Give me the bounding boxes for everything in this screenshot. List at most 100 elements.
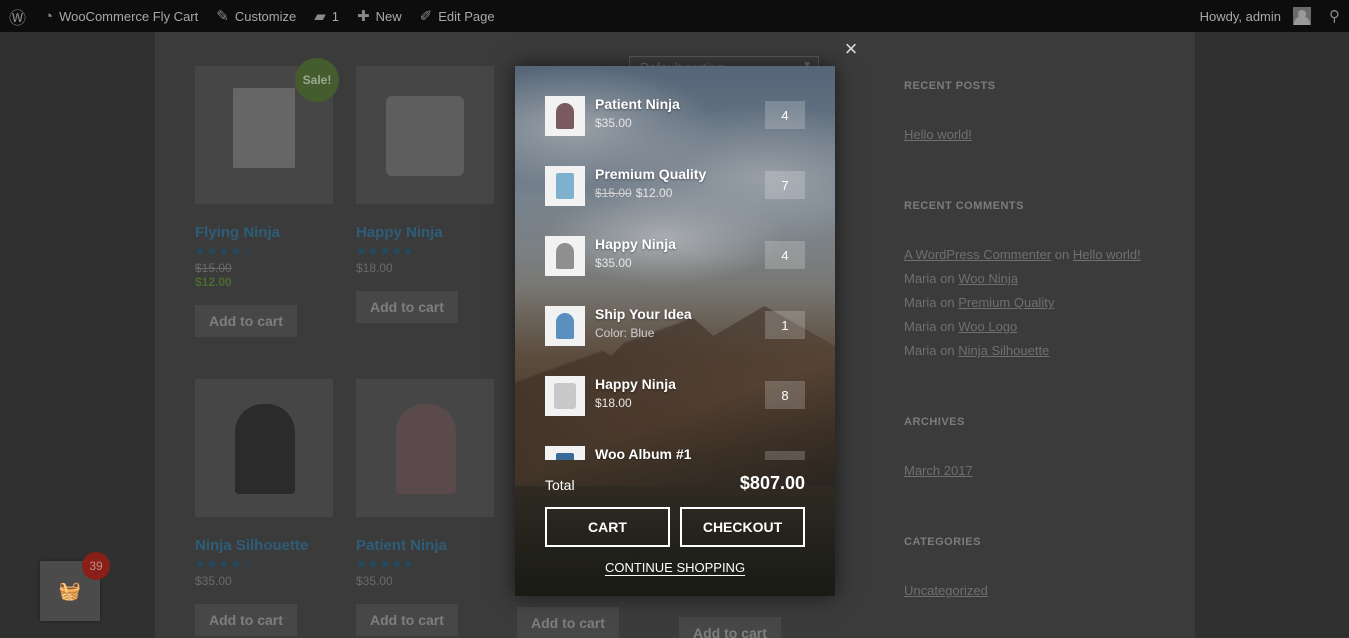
checkout-button[interactable]: CHECKOUT [680, 507, 805, 547]
comment-post-link[interactable]: Premium Quality [958, 295, 1054, 310]
site-name-link[interactable]: ◔ WooCommerce Fly Cart [35, 0, 207, 32]
account-menu[interactable]: Howdy, admin [1191, 0, 1320, 32]
widget-title: CATEGORIES [904, 536, 981, 548]
edit-page-link[interactable]: ✐ Edit Page [411, 0, 504, 32]
widget-title: RECENT COMMENTS [904, 200, 1024, 212]
comment-author: Maria [904, 295, 937, 310]
quantity-input[interactable]: 1 [765, 311, 805, 339]
cart-item-name[interactable]: Woo Album #1 [595, 446, 691, 460]
cart-item-thumbnail [545, 376, 585, 416]
cart-item: Happy Ninja $35.00 4 [545, 236, 805, 276]
product-image[interactable] [356, 379, 494, 517]
recent-comment: A WordPress Commenter on Hello world! [904, 247, 1141, 262]
sale-badge: Sale! [295, 58, 339, 102]
product-price: $35.00 [356, 574, 393, 588]
comments-count: 1 [331, 8, 340, 24]
plus-icon: ✚ [357, 8, 370, 25]
rating-stars: ★★★★☆ [195, 244, 254, 258]
dashboard-icon: ◔ [44, 7, 54, 25]
customize-label: Customize [234, 8, 297, 24]
add-to-cart-button[interactable]: Add to cart [195, 305, 297, 337]
cart-item-thumbnail [545, 96, 585, 136]
total-value: $807.00 [739, 473, 805, 493]
pencil-icon: ✐ [419, 8, 433, 25]
quantity-input[interactable]: 7 [765, 171, 805, 199]
sale-price: $12.00 [635, 186, 673, 200]
new-label: New [375, 8, 402, 24]
sale-price: $12.00 [195, 275, 232, 289]
product-card: Sale! Flying Ninja ★★★★☆ $15.00 $12.00 A… [195, 58, 339, 337]
product-title[interactable]: Flying Ninja [195, 224, 335, 241]
product-price: $15.00 $12.00 [195, 261, 335, 289]
rating-stars: ★★★★★ [356, 557, 415, 571]
product-title[interactable]: Happy Ninja [356, 224, 496, 241]
comment-post-link[interactable]: Woo Logo [958, 319, 1017, 334]
recent-comment: Maria on Woo Ninja [904, 271, 1018, 286]
cart-item-thumbnail [545, 446, 585, 460]
quantity-input[interactable] [765, 451, 805, 460]
cart-item: Woo Album #1 [545, 446, 805, 460]
recent-comment: Maria on Woo Logo [904, 319, 1017, 334]
old-price: $15.00 [595, 186, 632, 200]
cart-item-name[interactable]: Happy Ninja [595, 376, 676, 392]
comment-post-link[interactable]: Woo Ninja [958, 271, 1018, 286]
cart-item-thumbnail [545, 166, 585, 206]
comment-on-text: on [940, 271, 955, 286]
old-price: $15.00 [195, 261, 232, 275]
product-image[interactable] [356, 66, 494, 204]
cart-item-price: $18.00 [595, 396, 632, 410]
comment-post-link[interactable]: Hello world! [1073, 247, 1141, 262]
product-title[interactable]: Patient Ninja [356, 537, 496, 554]
category-link[interactable]: Uncategorized [904, 583, 988, 598]
product-price: $35.00 [195, 574, 232, 588]
comment-author: Maria [904, 343, 937, 358]
add-to-cart-button[interactable]: Add to cart [517, 607, 619, 638]
quantity-input[interactable]: 4 [765, 241, 805, 269]
continue-shopping-link[interactable]: CONTINUE SHOPPING [515, 560, 835, 575]
comment-author: Maria [904, 271, 937, 286]
cart-count-badge: 39 [82, 552, 110, 580]
add-to-cart-button[interactable]: Add to cart [679, 617, 781, 638]
cart-item: Ship Your Idea Color: Blue 1 [545, 306, 805, 346]
avatar [1293, 7, 1311, 25]
add-to-cart-button[interactable]: Add to cart [195, 604, 297, 636]
recent-post-link[interactable]: Hello world! [904, 127, 972, 142]
product-image[interactable] [195, 379, 333, 517]
rating-stars: ★★★★☆ [195, 557, 254, 571]
widget-title: RECENT POSTS [904, 80, 996, 92]
comment-post-link[interactable]: Ninja Silhouette [958, 343, 1049, 358]
cart-item-thumbnail [545, 306, 585, 346]
fly-cart-panel: Patient Ninja $35.00 4 Premium Quality $… [515, 66, 835, 596]
wordpress-logo-icon[interactable]: Ⓦ [0, 0, 35, 32]
cart-items-list[interactable]: Patient Ninja $35.00 4 Premium Quality $… [515, 66, 835, 460]
cart-item-name[interactable]: Ship Your Idea [595, 306, 692, 322]
new-content-link[interactable]: ✚ New [348, 0, 411, 32]
add-to-cart-button[interactable]: Add to cart [356, 604, 458, 636]
product-title[interactable]: Ninja Silhouette [195, 537, 335, 554]
quantity-input[interactable]: 8 [765, 381, 805, 409]
widget-title: ARCHIVES [904, 416, 965, 428]
quantity-input[interactable]: 4 [765, 101, 805, 129]
add-to-cart-button[interactable]: Add to cart [356, 291, 458, 323]
basket-icon: 🧺 [58, 580, 82, 601]
comment-author-link[interactable]: A WordPress Commenter [904, 247, 1051, 262]
cart-item: Patient Ninja $35.00 4 [545, 96, 805, 136]
cart-item-name[interactable]: Happy Ninja [595, 236, 676, 252]
brush-icon: ✎ [216, 8, 229, 25]
customize-link[interactable]: ✎ Customize [207, 0, 305, 32]
product-price: $18.00 [356, 261, 393, 275]
cart-button[interactable]: CART [545, 507, 670, 547]
comment-on-text: on [940, 343, 955, 358]
recent-comment: Maria on Ninja Silhouette [904, 343, 1049, 358]
search-icon[interactable]: ⚲ [1320, 0, 1349, 32]
close-icon[interactable]: × [842, 38, 860, 60]
comment-author: Maria [904, 319, 937, 334]
cart-item: Premium Quality $15.00 $12.00 7 [545, 166, 805, 206]
cart-item-name[interactable]: Premium Quality [595, 166, 706, 182]
admin-bar: Ⓦ ◔ WooCommerce Fly Cart ✎ Customize ▰ 1… [0, 0, 1349, 32]
comment-on-text: on [940, 319, 955, 334]
comments-link[interactable]: ▰ 1 [305, 0, 348, 32]
archive-link[interactable]: March 2017 [904, 463, 973, 478]
cart-item-price: $35.00 [595, 256, 632, 270]
cart-item-name[interactable]: Patient Ninja [595, 96, 680, 112]
